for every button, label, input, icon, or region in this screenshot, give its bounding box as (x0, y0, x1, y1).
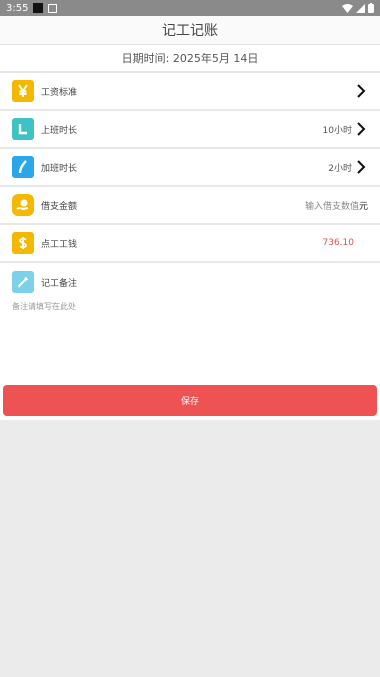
moon-icon (12, 156, 34, 178)
notes-header: 记工备注 (12, 271, 368, 293)
notification-outline-icon (48, 3, 58, 13)
overtime-hours-row[interactable]: 加班时长 2小时 (0, 149, 380, 187)
chevron-right-icon (354, 84, 368, 98)
notes-section: 记工备注 备注请填写在此处 (0, 263, 380, 383)
dollar-icon (12, 232, 34, 254)
wage-standard-row[interactable]: 工资标准 (0, 73, 380, 111)
piece-wage-label: 点工工钱 (41, 239, 78, 250)
pencil-icon (12, 271, 34, 293)
date-time[interactable]: 日期时间: 2025年5月 14日 (0, 45, 380, 73)
advance-amount-row[interactable]: 借支金额 输入借支数值 元 (0, 187, 380, 225)
chevron-right-icon (354, 160, 368, 174)
yuan-unit: 元 (358, 201, 368, 212)
advance-amount-label: 借支金额 (41, 201, 78, 212)
notes-label: 记工备注 (41, 278, 78, 289)
advance-amount-input[interactable]: 输入借支数值 (305, 199, 359, 212)
piece-wage-value: 736.10 (322, 238, 355, 248)
yen-icon (12, 80, 34, 102)
clock-l-icon (12, 118, 34, 140)
main-content: 记工记账 日期时间: 2025年5月 14日 工资标准 上班时长 10小时 加班… (0, 16, 380, 420)
save-wrap: 保存 (0, 383, 380, 420)
chevron-right-icon (354, 122, 368, 136)
battery-icon (368, 3, 374, 13)
work-hours-label: 上班时长 (41, 125, 78, 136)
overtime-hours-value: 2小时 (328, 163, 352, 174)
overtime-hours-label: 加班时长 (41, 163, 78, 174)
hand-coin-icon (12, 194, 34, 216)
wage-standard-label: 工资标准 (41, 87, 78, 98)
signal-icon (356, 3, 365, 13)
piece-wage-row: 点工工钱 736.10 (0, 225, 380, 263)
notification-square-icon (33, 3, 44, 13)
work-hours-row[interactable]: 上班时长 10小时 (0, 111, 380, 149)
status-left: 3:55 (6, 2, 58, 14)
notes-input[interactable]: 备注请填写在此处 (12, 301, 368, 312)
status-right (342, 3, 374, 13)
wifi-icon (342, 3, 353, 13)
save-button[interactable]: 保存 (3, 385, 377, 416)
status-time: 3:55 (6, 2, 29, 14)
page-title: 记工记账 (0, 16, 380, 45)
status-bar: 3:55 (0, 0, 380, 16)
work-hours-value: 10小时 (322, 125, 352, 136)
